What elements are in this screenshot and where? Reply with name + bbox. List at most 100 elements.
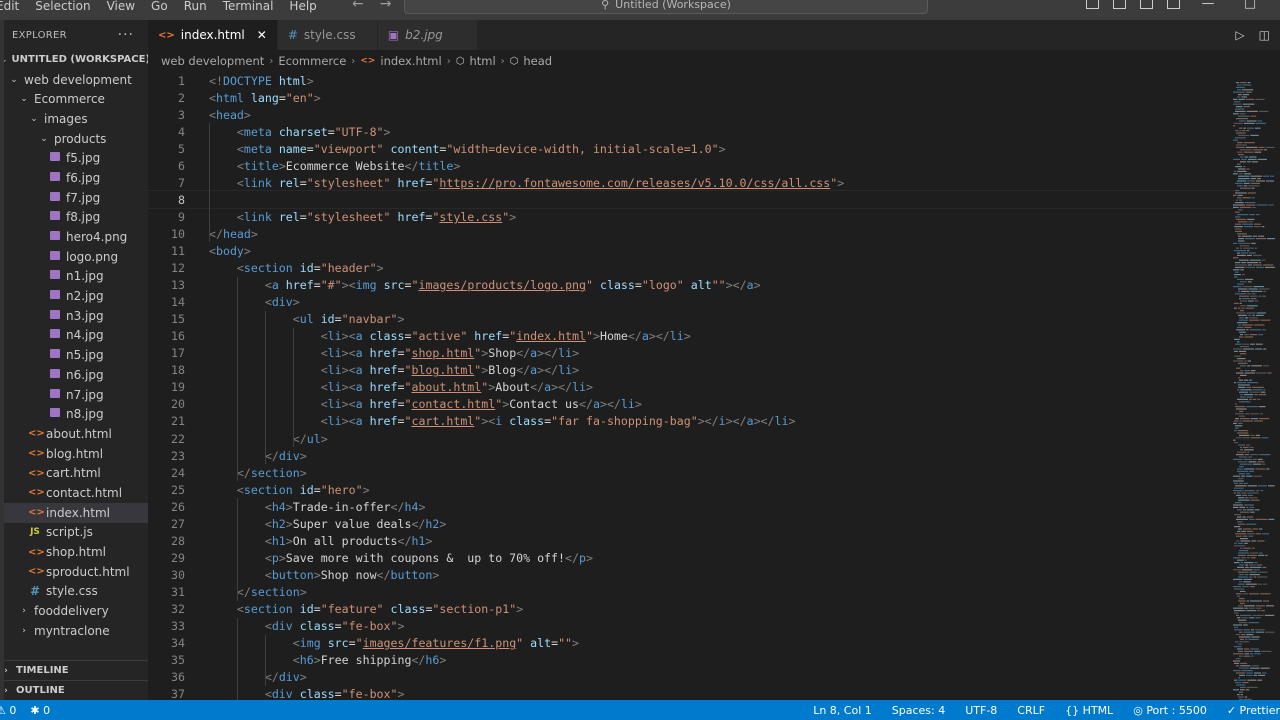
file-item[interactable]: f6.jpg [0,168,148,188]
toggle-panel-icon[interactable] [1113,0,1126,9]
menu-selection[interactable]: Selection [27,0,98,16]
minimap-line [1239,564,1245,566]
file-item[interactable]: <> sproduct.html [0,562,148,582]
split-editor-icon[interactable]: ◫ [1259,28,1270,42]
code-token: = [313,482,321,497]
minimap-line [1236,684,1246,686]
file-item[interactable]: n6.jpg [0,365,148,385]
code-token: button [271,567,314,582]
cursor-position[interactable]: Ln 8, Col 1 [813,704,872,717]
file-item[interactable]: n4.jpg [0,326,148,346]
command-center[interactable]: ⚲ Untitled (Workspace) [404,0,928,14]
tab-index-html[interactable]: <> index.html ✕ [148,20,278,50]
code-token: = [306,141,314,156]
indentation[interactable]: Spaces: 4 [892,704,945,717]
menu-bar: EditSelectionViewGoRunTerminalHelp [0,0,325,20]
file-item[interactable]: n5.jpg [0,345,148,365]
minimap-line [1252,528,1259,530]
file-item[interactable]: n7.jpg [0,385,148,405]
minimap-line [1248,456,1253,458]
code-editor[interactable]: 1 <!DOCTYPE html> 2 <html lang="en"> 3 <head>… [147,72,1234,703]
file-item[interactable]: f8.jpg [0,208,148,228]
toggle-sidebar-icon[interactable] [1086,0,1099,9]
minimap-line [1250,182,1260,184]
minimap-line [1233,91,1245,93]
folder-item[interactable]: ⌄ images [0,109,148,129]
folder-item[interactable]: › fooddelivery [0,601,148,621]
file-item[interactable]: f7.jpg [0,188,148,208]
outline-section[interactable]: › OUTLINE [0,680,148,700]
file-item[interactable]: <> cart.html [0,463,148,483]
folder-item[interactable]: ⌄ Ecommerce [0,89,148,109]
minimap-line [1270,175,1275,177]
file-item[interactable]: <> blog.html [0,444,148,464]
remote-indicator[interactable]: ✱ 0 [30,704,50,717]
maximize-icon[interactable]: □ [1236,0,1264,11]
file-item[interactable]: <> shop.html [0,542,148,562]
file-item[interactable]: n1.jpg [0,267,148,287]
file-item[interactable]: <> about.html [0,424,148,444]
code-token: > [299,670,307,685]
minimap-line [1252,458,1257,460]
file-item[interactable]: hero4.png [0,227,148,247]
breadcrumb-item[interactable]: html [469,54,495,68]
minimap-line [1239,581,1243,583]
code-token: </ [209,226,223,241]
minimap-line [1240,394,1243,396]
problems-indicator[interactable]: ⚠ 0 [0,704,16,717]
file-item[interactable]: n3.jpg [0,306,148,326]
code-text: <h1>On all products</h1> [185,534,433,548]
file-item[interactable]: logo.png [0,247,148,267]
live-server-port[interactable]: ◎ Port : 5500 [1133,704,1207,717]
file-item[interactable]: n8.jpg [0,404,148,424]
file-item[interactable]: f5.jpg [0,148,148,168]
breadcrumb-item[interactable]: Ecommerce [278,54,346,68]
folder-item[interactable]: ⌄ web development [0,70,148,90]
menu-help[interactable]: Help [281,0,324,16]
toggle-secondary-sidebar-icon[interactable] [1140,0,1153,9]
code-token: < [236,124,244,139]
minimap-line [1233,194,1237,196]
language-mode[interactable]: {} HTML [1065,704,1113,717]
broadcast-icon: ◎ [1133,703,1143,717]
file-item[interactable]: <> contact.html [0,483,148,503]
encoding[interactable]: UTF-8 [965,704,997,717]
code-token: ></ [648,329,670,344]
breadcrumb-item[interactable]: index.html [380,54,441,68]
prettier-status[interactable]: ✓ Prettier [1227,704,1280,717]
menu-go[interactable]: Go [143,0,176,16]
tab-style-css[interactable]: # style.css [277,20,378,50]
breadcrumb-separator-icon: › [269,55,274,67]
minimap-line [1246,506,1249,508]
folder-item[interactable]: › myntraclone [0,621,148,641]
customize-layout-icon[interactable] [1167,0,1180,9]
menu-edit[interactable]: Edit [0,0,27,16]
end-of-line[interactable]: CRLF [1017,704,1045,717]
menu-terminal[interactable]: Terminal [215,0,282,16]
code-line: 33 <div class="fe-box"> [148,618,1233,635]
code-line: 15 <ul id="navbar"> [148,311,1233,328]
minimap-line [1239,636,1251,638]
minimap-line [1259,454,1271,456]
code-token: < [292,312,300,327]
minimap[interactable] [1233,72,1280,700]
file-item[interactable]: # style.css [0,582,148,602]
menu-run[interactable]: Run [176,0,215,16]
menu-view[interactable]: View [99,0,143,16]
forward-arrow-icon[interactable]: → [380,0,392,12]
close-icon[interactable]: ✕ [257,28,267,42]
timeline-section[interactable]: › TIMELINE [0,660,148,680]
minimize-icon[interactable]: — [1194,0,1222,11]
run-icon[interactable]: ▷ [1235,28,1244,42]
breadcrumb-item[interactable]: web development [161,54,264,68]
file-item[interactable]: JS script.js [0,523,148,543]
breadcrumb-item[interactable]: head [523,54,552,68]
back-arrow-icon[interactable]: ← [352,0,364,12]
minimap-line [1256,564,1263,566]
workspace-root[interactable]: ⌄ UNTITLED (WORKSPACE) [0,50,148,70]
file-item[interactable]: n2.jpg [0,286,148,306]
folder-item[interactable]: ⌄ products [0,129,148,149]
more-actions-icon[interactable]: ··· [118,27,134,43]
file-item[interactable]: <> index.html [0,502,148,523]
tab-b2-jpg[interactable]: ▣ b2.jpg [377,20,478,50]
